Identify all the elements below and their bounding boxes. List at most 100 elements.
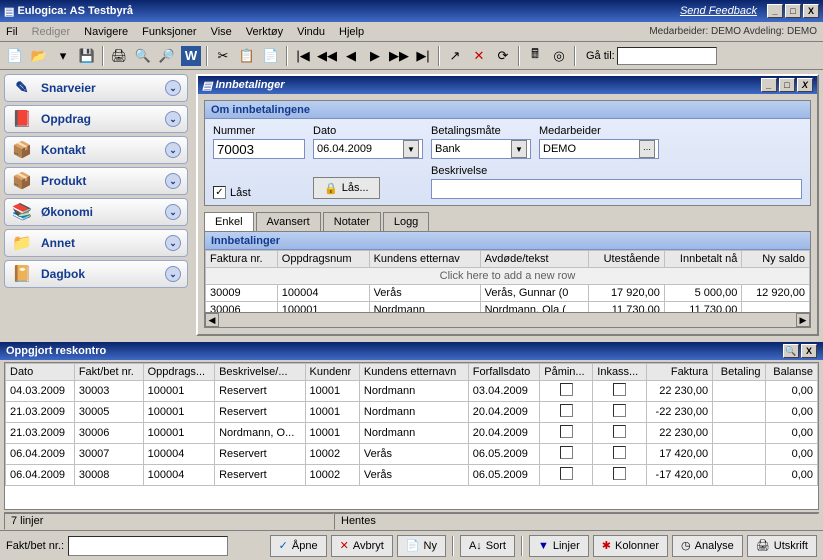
cell[interactable]: Verås, Gunnar (0 [480, 285, 588, 302]
last-checkbox[interactable]: ✓ [213, 186, 226, 199]
cell[interactable] [593, 444, 647, 465]
minimize-button[interactable]: _ [767, 4, 783, 18]
checkbox-icon[interactable] [613, 467, 626, 480]
word-icon[interactable]: W [180, 45, 202, 67]
refresh-icon[interactable]: ⟳ [492, 45, 514, 67]
cell[interactable]: 03.04.2009 [468, 381, 539, 402]
cell[interactable]: 17 920,00 [588, 285, 664, 302]
tab-notater[interactable]: Notater [323, 212, 381, 231]
cell[interactable]: 100001 [143, 381, 214, 402]
dato-input[interactable]: 06.04.2009 ▼ [313, 139, 423, 159]
cell[interactable]: 22 230,00 [646, 423, 712, 444]
cell[interactable] [713, 465, 765, 486]
save-icon[interactable]: 💾 [76, 45, 98, 67]
menu-navigere[interactable]: Navigere [84, 26, 128, 38]
col-header[interactable]: Innbetalt nå [664, 251, 742, 268]
cell[interactable]: 12 920,00 [742, 285, 810, 302]
preview-icon[interactable]: 🔍 [132, 45, 154, 67]
linjer-button[interactable]: ▼Linjer [529, 535, 589, 557]
innbetalinger-grid[interactable]: Faktura nr.OppdragsnumKundens etternavAv… [205, 250, 810, 312]
cell[interactable]: Verås [359, 444, 468, 465]
cell[interactable] [540, 381, 593, 402]
prevpage-icon[interactable]: ◀◀ [316, 45, 338, 67]
copy-icon[interactable]: 📋 [236, 45, 258, 67]
avbryt-button[interactable]: ✕Avbryt [331, 535, 393, 557]
cell[interactable]: 06.04.2009 [6, 444, 75, 465]
table-row[interactable]: 21.03.200930006100001Nordmann, O...10001… [6, 423, 818, 444]
cell[interactable] [713, 423, 765, 444]
cell[interactable]: 04.03.2009 [6, 381, 75, 402]
sidebar-item-produkt[interactable]: 📦Produkt⌄ [4, 167, 188, 195]
new-row-hint[interactable]: Click here to add a new row [206, 268, 810, 285]
last-icon[interactable]: ▶| [412, 45, 434, 67]
cell[interactable]: 17 420,00 [646, 444, 712, 465]
cell[interactable]: 100004 [277, 285, 369, 302]
col-header[interactable]: Inkass... [593, 364, 647, 381]
delete-icon[interactable]: ✕ [468, 45, 490, 67]
scroll-right-icon[interactable]: ▶ [796, 313, 810, 327]
utskrift-button[interactable]: 🖨Utskrift [747, 535, 817, 557]
cell[interactable]: 06.05.2009 [468, 465, 539, 486]
cell[interactable]: 5 000,00 [664, 285, 742, 302]
cell[interactable] [540, 402, 593, 423]
cell[interactable]: 100004 [143, 444, 214, 465]
table-row[interactable]: 06.04.200930007100004Reservert10002Verås… [6, 444, 818, 465]
panel-close-button[interactable]: X [797, 78, 813, 92]
sidebar-item-snarveier[interactable]: ✎Snarveier⌄ [4, 74, 188, 102]
checkbox-icon[interactable] [560, 446, 573, 459]
arrow-out-icon[interactable]: ↗ [444, 45, 466, 67]
sidebar-item-dagbok[interactable]: 📔Dagbok⌄ [4, 260, 188, 288]
checkbox-icon[interactable] [560, 383, 573, 396]
cell[interactable]: 06.04.2009 [6, 465, 75, 486]
menu-hjelp[interactable]: Hjelp [339, 26, 364, 38]
sort-button[interactable]: A↓Sort [460, 535, 515, 557]
magnify-icon[interactable]: 🔎 [156, 45, 178, 67]
arrow-icon[interactable]: ▾ [52, 45, 74, 67]
sidebar-item-kontakt[interactable]: 📦Kontakt⌄ [4, 136, 188, 164]
medarb-select[interactable]: DEMO ⋯ [539, 139, 659, 159]
first-icon[interactable]: |◀ [292, 45, 314, 67]
close-button[interactable]: X [803, 4, 819, 18]
ny-button[interactable]: 📄Ny [397, 535, 446, 557]
col-header[interactable]: Ny saldo [742, 251, 810, 268]
cell[interactable]: 30006 [206, 302, 278, 313]
cell[interactable]: 100001 [143, 402, 214, 423]
cell[interactable]: 30005 [74, 402, 143, 423]
cell[interactable] [540, 444, 593, 465]
cell[interactable]: 30008 [74, 465, 143, 486]
cell[interactable]: Reservert [215, 381, 305, 402]
checkbox-icon[interactable] [560, 467, 573, 480]
cell[interactable]: 0,00 [765, 465, 817, 486]
betal-select[interactable]: Bank ▼ [431, 139, 531, 159]
lower-search-button[interactable]: 🔍 [783, 344, 799, 358]
col-header[interactable]: Betaling [713, 364, 765, 381]
cell[interactable]: 10001 [305, 381, 359, 402]
cell[interactable] [540, 465, 593, 486]
col-header[interactable]: Faktura [646, 364, 712, 381]
panel-maximize-button[interactable]: □ [779, 78, 795, 92]
col-header[interactable]: Utestående [588, 251, 664, 268]
cell[interactable]: 10002 [305, 465, 359, 486]
menu-vindu[interactable]: Vindu [297, 26, 325, 38]
checkbox-icon[interactable] [613, 404, 626, 417]
cell[interactable]: Verås [369, 285, 480, 302]
cell[interactable]: 10001 [305, 423, 359, 444]
checkbox-icon[interactable] [560, 425, 573, 438]
prev-icon[interactable]: ◀ [340, 45, 362, 67]
open-icon[interactable]: 📂 [28, 45, 50, 67]
cell[interactable]: Reservert [215, 402, 305, 423]
cell[interactable]: 100001 [143, 423, 214, 444]
col-header[interactable]: Beskrivelse/... [215, 364, 305, 381]
col-header[interactable]: Kundenr [305, 364, 359, 381]
send-feedback-link[interactable]: Send Feedback [680, 5, 757, 17]
cell[interactable]: 21.03.2009 [6, 402, 75, 423]
col-header[interactable]: Balanse [765, 364, 817, 381]
sidebar-item-annet[interactable]: 📁Annet⌄ [4, 229, 188, 257]
cell[interactable] [713, 444, 765, 465]
cell[interactable]: 30003 [74, 381, 143, 402]
cell[interactable]: Reservert [215, 444, 305, 465]
cell[interactable]: 06.05.2009 [468, 444, 539, 465]
table-row[interactable]: 04.03.200930003100001Reservert10001Nordm… [6, 381, 818, 402]
table-row[interactable]: 30009100004VeråsVerås, Gunnar (017 920,0… [206, 285, 810, 302]
cell[interactable]: 100004 [143, 465, 214, 486]
